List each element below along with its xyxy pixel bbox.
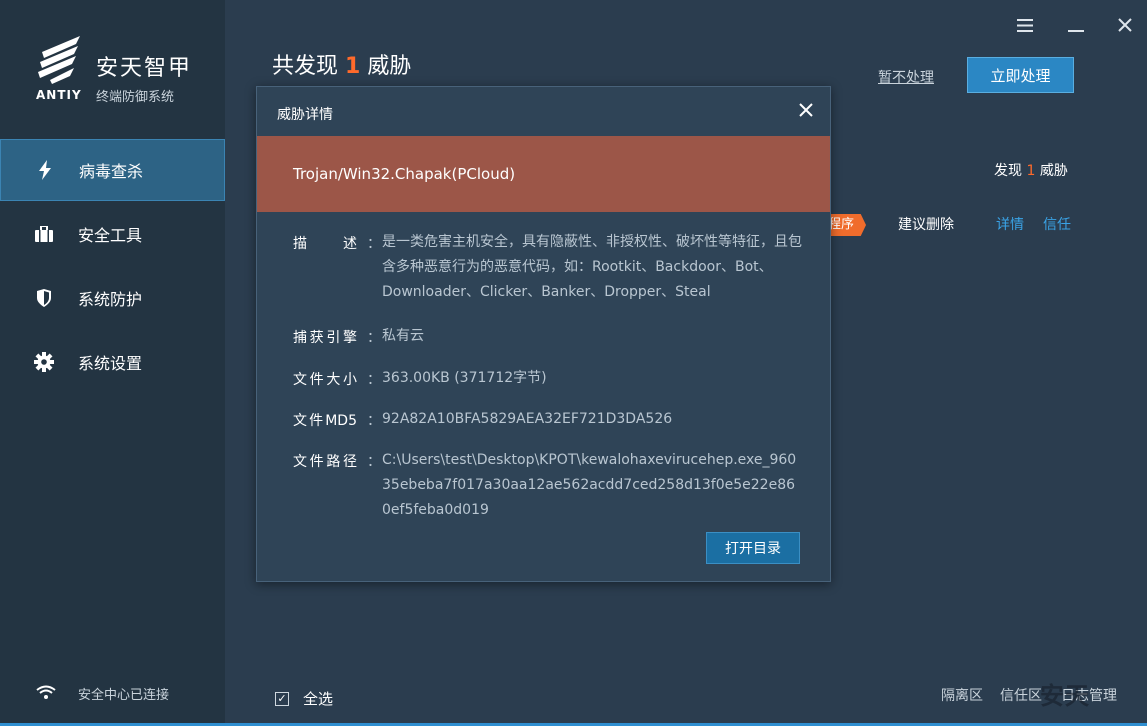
sidebar-item-label: 系统设置 (78, 354, 143, 373)
detail-value: 92A82A10BFA5829AEA32EF721D3DA526 (382, 411, 673, 427)
sidebar-nav: 病毒查杀 安全工具 系统防护 系统设置 (0, 139, 225, 395)
minimize-icon[interactable] (1064, 14, 1088, 36)
detail-colon: ： (367, 236, 381, 252)
brand-subtitle: 终端防御系统 (96, 90, 175, 105)
antiy-logo-icon (38, 36, 80, 84)
checkbox[interactable]: ✓ (275, 691, 289, 706)
detail-value: C:\Users\test\Desktop\KPOT\kewalohaxevir… (382, 452, 797, 518)
found-summary: 发现 1 威胁 (994, 160, 1068, 180)
sidebar-item-security-tools[interactable]: 安全工具 (0, 203, 225, 265)
summary-count: 1 (1026, 163, 1036, 179)
sidebar-item-label: 安全工具 (78, 226, 143, 245)
wifi-icon (36, 684, 56, 703)
details-link[interactable]: 详情 (996, 214, 1024, 234)
trust-zone-link[interactable]: 信任区 (1000, 685, 1042, 705)
close-icon[interactable] (796, 100, 816, 120)
sidebar: 安天智甲 ANTIY 终端防御系统 病毒查杀 安全工具 系统防护 系统设置 安全… (0, 0, 225, 726)
detail-value: 363.00KB (371712字节) (382, 370, 547, 386)
quarantine-link[interactable]: 隔离区 (941, 685, 983, 705)
ignore-link[interactable]: 暂不处理 (878, 67, 934, 87)
open-directory-button[interactable]: 打开目录 (706, 532, 800, 564)
lightning-icon (35, 160, 55, 180)
detail-colon: ： (367, 454, 381, 470)
threat-name: Trojan/Win32.Chapak(PCloud) (293, 165, 516, 183)
threat-name-banner: Trojan/Win32.Chapak(PCloud) (257, 136, 830, 212)
detail-value: 是一类危害主机安全，具有隐蔽性、非授权性、破坏性等特征，且包含多种恶意行为的恶意… (382, 234, 802, 300)
connection-status-label: 安全中心已连接 (78, 688, 170, 703)
detail-label: 文件大小 (293, 372, 357, 388)
detail-label: 文件MD5 (293, 413, 357, 429)
detail-colon: ： (367, 330, 381, 346)
threat-details-dialog: 威胁详情 Trojan/Win32.Chapak(PCloud) 描 述 ： 是… (256, 86, 831, 582)
menu-icon[interactable] (1013, 14, 1037, 36)
select-all-label: 全选 (303, 690, 334, 708)
brand-name: 安天智甲 (96, 56, 193, 81)
summary-suffix: 威胁 (1039, 163, 1068, 179)
detail-label: 捕获引擎 (293, 330, 357, 346)
close-window-icon[interactable] (1113, 14, 1137, 36)
summary-prefix: 发现 (994, 163, 1022, 179)
sidebar-item-system-protection[interactable]: 系统防护 (0, 267, 225, 329)
dialog-title: 威胁详情 (277, 107, 333, 123)
briefcase-icon (34, 224, 54, 244)
sidebar-item-virus-scan[interactable]: 病毒查杀 (0, 139, 225, 201)
detail-colon: ： (367, 372, 381, 388)
threat-count: 1 (345, 54, 361, 79)
connection-status: 安全中心已连接 (36, 684, 169, 703)
sidebar-item-label: 系统防护 (78, 290, 143, 309)
select-all-checkbox[interactable]: ✓ 全选 (275, 688, 333, 709)
sidebar-item-label: 病毒查杀 (79, 162, 144, 181)
watermark: 安天 (1040, 682, 1090, 710)
sidebar-item-system-settings[interactable]: 系统设置 (0, 331, 225, 393)
page-title: 共发现 1 威胁 (272, 48, 411, 80)
handle-now-button[interactable]: 立即处理 (967, 57, 1074, 93)
detail-label: 文件路径 (293, 454, 357, 470)
shield-icon (34, 288, 54, 308)
detail-value: 私有云 (382, 328, 424, 344)
suggestion-label: 建议删除 (898, 217, 954, 233)
detail-label: 描 述 (293, 236, 357, 252)
gear-icon (34, 352, 54, 372)
trust-link[interactable]: 信任 (1043, 214, 1071, 234)
title-prefix: 共发现 (272, 54, 339, 79)
detail-colon: ： (367, 413, 381, 429)
brand-latin: ANTIY (36, 88, 82, 102)
dialog-header: 威胁详情 (257, 87, 830, 136)
title-suffix: 威胁 (367, 54, 412, 79)
